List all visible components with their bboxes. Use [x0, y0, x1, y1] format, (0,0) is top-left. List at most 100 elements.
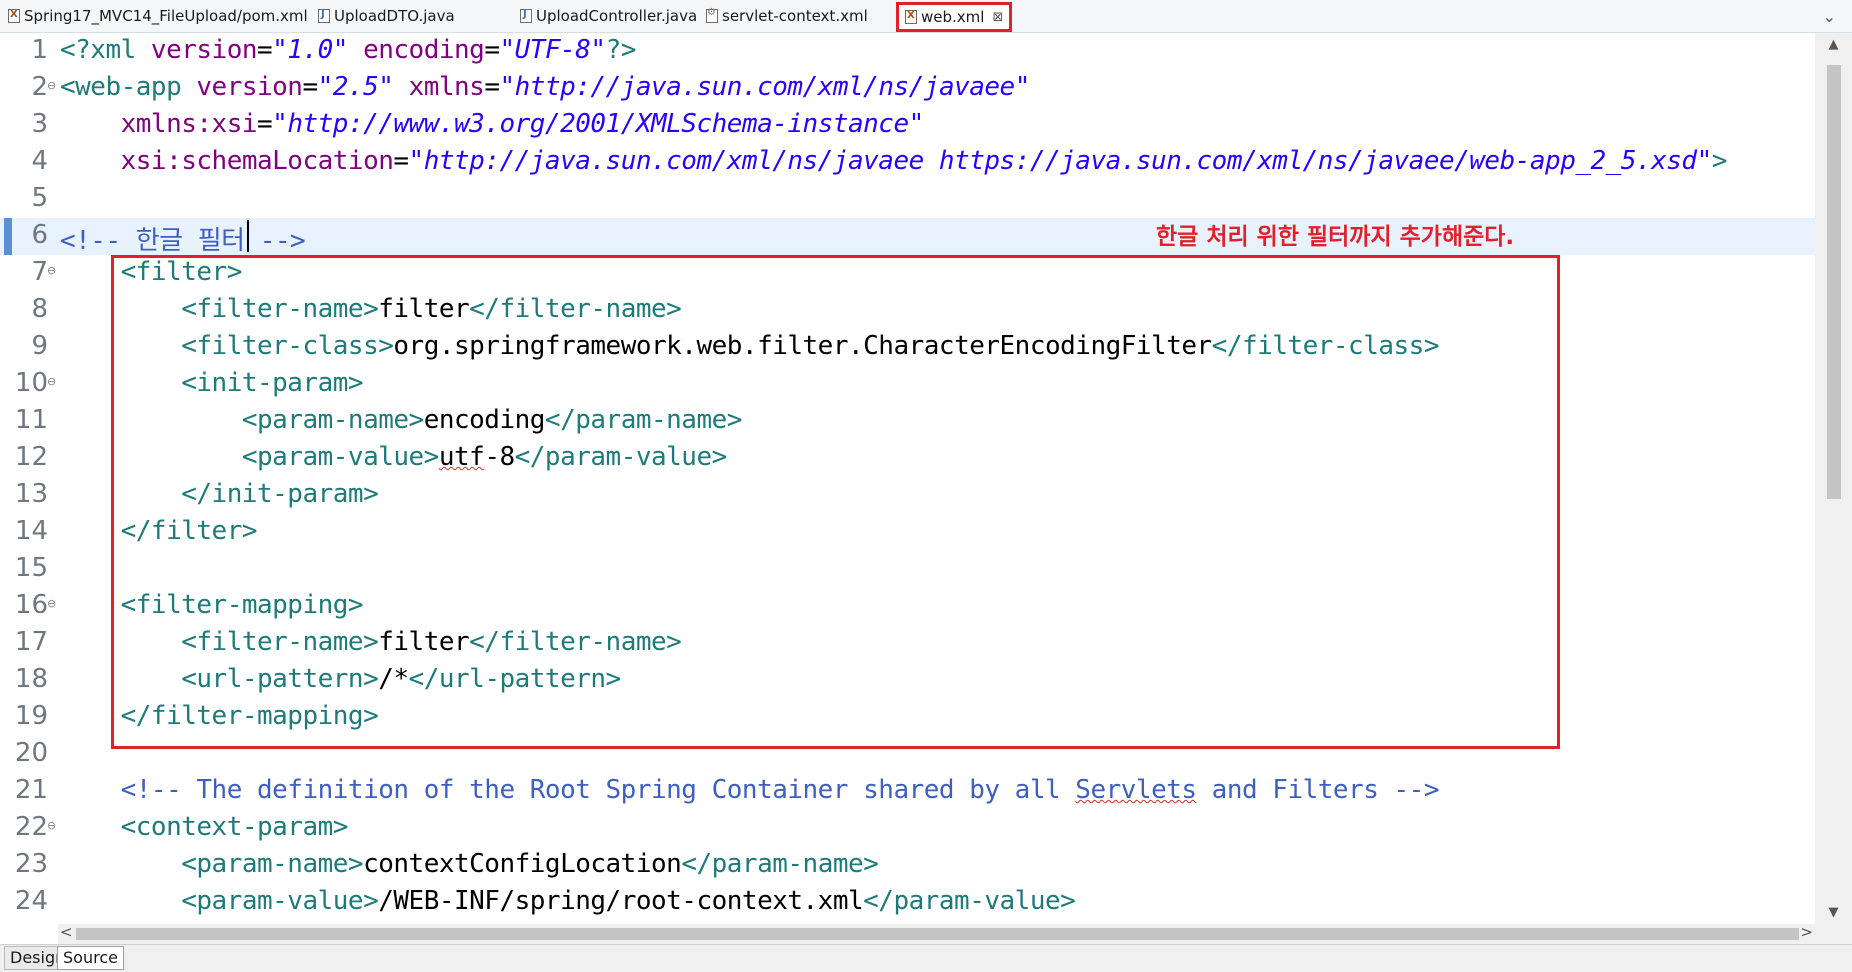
code-token: filter — [378, 294, 470, 324]
code-token: version — [150, 35, 258, 65]
code-token: </param-name> — [681, 849, 879, 879]
code-line[interactable]: 24 <param-value>/WEB-INF/spring/root-con… — [0, 884, 1815, 921]
line-number: 17 — [14, 627, 48, 657]
fold-toggle-icon[interactable]: ⊖ — [47, 819, 56, 832]
code-token: org.springframework.web.filter.Character… — [393, 331, 1212, 361]
code-token: </filter> — [120, 516, 258, 546]
xml-source-editor[interactable]: 1 <?xml version="1.0" encoding="UTF-8"?> 2… — [0, 33, 1852, 924]
fold-toggle-icon[interactable]: ⊖ — [47, 79, 56, 92]
scroll-down-icon[interactable]: ▼ — [1815, 905, 1852, 920]
editor-tab-bar: Spring17_MVC14_FileUpload/pom.xml UploadD… — [0, 0, 1852, 33]
fold-toggle-icon[interactable]: ⊖ — [47, 597, 56, 610]
code-line[interactable]: 18 <url-pattern>/*</url-pattern> — [0, 662, 1815, 699]
tab-1[interactable]: Spring17_MVC14_FileUpload/pom.xml — [8, 2, 308, 30]
line-number: 19 — [14, 701, 48, 731]
line-number: 20 — [14, 738, 48, 768]
code-text: </filter> — [60, 516, 258, 546]
code-line[interactable]: 13 </init-param> — [0, 477, 1815, 514]
code-token: </filter-mapping> — [120, 701, 379, 731]
tab-2[interactable]: UploadDTO.java — [318, 2, 455, 30]
code-token: -8 — [484, 442, 515, 472]
code-text: <url-pattern>/*</url-pattern> — [60, 664, 621, 694]
code-token: filter — [378, 627, 470, 657]
code-text: </init-param> — [60, 479, 379, 509]
scroll-left-icon[interactable]: < — [60, 923, 73, 941]
tab-3[interactable]: UploadController.java — [520, 2, 697, 30]
code-token: </param-value> — [863, 886, 1076, 916]
xml-file-icon — [8, 9, 20, 23]
code-line[interactable]: 12 <param-value>utf-8</param-value> — [0, 440, 1815, 477]
code-token: <!-- The definition of the Root Spring C… — [120, 775, 1076, 805]
code-line[interactable]: 20 — [0, 736, 1815, 773]
scroll-right-icon[interactable]: > — [1800, 923, 1813, 941]
tab-4[interactable]: servlet-context.xml — [706, 2, 868, 30]
code-line[interactable]: 3 xmlns:xsi="http://www.w3.org/2001/XMLS… — [0, 107, 1815, 144]
code-line[interactable]: 16 ⊖ <filter-mapping> — [0, 588, 1815, 625]
line-number: 11 — [14, 405, 48, 435]
code-text: <param-name>contextConfigLocation</param… — [60, 849, 879, 879]
code-line[interactable]: 6 <!-- 한글 필터 --> — [0, 218, 1815, 257]
code-line[interactable]: 15 — [0, 551, 1815, 588]
line-number: 7 — [31, 257, 48, 287]
line-number: 4 — [31, 146, 48, 176]
fold-toggle-icon[interactable]: ⊖ — [47, 264, 56, 277]
tab-label: Spring17_MVC14_FileUpload/pom.xml — [24, 7, 308, 25]
line-number: 9 — [31, 331, 48, 361]
code-line[interactable]: 11 <param-name>encoding</param-name> — [0, 403, 1815, 440]
code-token: <param-value> — [181, 886, 379, 916]
tab-list-menu-icon[interactable]: ⌄ — [1823, 7, 1836, 26]
code-line[interactable]: 4 xsi:schemaLocation="http://java.sun.co… — [0, 144, 1815, 181]
code-token: xmlns — [408, 72, 485, 102]
scroll-up-icon[interactable]: ▲ — [1815, 37, 1852, 52]
close-tab-icon[interactable]: ⊠ — [992, 10, 1003, 25]
code-line[interactable]: 17 <filter-name>filter</filter-name> — [0, 625, 1815, 662]
code-text: <!-- 한글 필터 --> — [60, 220, 306, 257]
code-line[interactable]: 19 </filter-mapping> — [0, 699, 1815, 736]
vertical-scrollbar[interactable]: ▲ ▼ — [1815, 33, 1852, 924]
line-number: 10 — [14, 368, 48, 398]
code-token: ?> — [605, 35, 637, 65]
tab-5[interactable]: web.xml ⊠ — [896, 2, 1013, 32]
code-line[interactable]: 14 </filter> — [0, 514, 1815, 551]
line-number: 8 — [31, 294, 48, 324]
code-line[interactable]: 21 <!-- The definition of the Root Sprin… — [0, 773, 1815, 810]
code-line[interactable]: 5 — [0, 181, 1815, 218]
code-token: > — [1711, 146, 1728, 176]
code-token: <param-name> — [181, 849, 364, 879]
code-line[interactable]: 10 ⊖ <init-param> — [0, 366, 1815, 403]
horizontal-scrollbar[interactable]: < > — [58, 923, 1815, 944]
code-token: xsi:schemaLocation — [120, 146, 394, 176]
code-line[interactable]: 1 <?xml version="1.0" encoding="UTF-8"?> — [0, 33, 1815, 70]
code-line[interactable]: 2 ⊖ <web-app version="2.5" xmlns="http://j… — [0, 70, 1815, 107]
code-line[interactable]: 8 <filter-name>filter</filter-name> — [0, 292, 1815, 329]
annotation-note: 한글 처리 위한 필터까지 추가해준다. — [1156, 224, 1515, 250]
code-token: and Filters --> — [1196, 775, 1440, 805]
code-token: = — [484, 35, 500, 65]
code-line[interactable]: 22 ⊖ <context-param> — [0, 810, 1815, 847]
mode-tab-source[interactable]: Source — [57, 946, 124, 970]
code-token: <filter-name> — [181, 627, 379, 657]
vertical-scroll-thumb[interactable] — [1827, 65, 1841, 499]
text-caret — [247, 220, 249, 252]
code-text: xmlns:xsi="http://www.w3.org/2001/XMLSch… — [60, 109, 925, 139]
code-token: <filter-mapping> — [120, 590, 364, 620]
fold-toggle-icon[interactable]: ⊖ — [47, 375, 56, 388]
line-number: 6 — [31, 220, 48, 250]
code-token: = — [302, 72, 318, 102]
code-token: <filter-name> — [181, 294, 379, 324]
line-number: 24 — [14, 886, 48, 916]
code-line[interactable]: 9 <filter-class>org.springframework.web.… — [0, 329, 1815, 366]
code-line[interactable]: 7 ⊖ <filter> — [0, 255, 1815, 292]
tab-label: UploadController.java — [536, 7, 698, 25]
code-token: /* — [378, 664, 409, 694]
code-text: <param-value>/WEB-INF/spring/root-contex… — [60, 886, 1076, 916]
code-token: <context-param> — [120, 812, 349, 842]
code-line[interactable]: 23 <param-name>contextConfigLocation</pa… — [0, 847, 1815, 884]
code-token: utf — [438, 442, 485, 472]
code-token: = — [484, 72, 500, 102]
horizontal-scroll-thumb[interactable] — [76, 928, 1799, 940]
line-number: 1 — [31, 35, 48, 65]
code-text: <filter-name>filter</filter-name> — [60, 294, 682, 324]
